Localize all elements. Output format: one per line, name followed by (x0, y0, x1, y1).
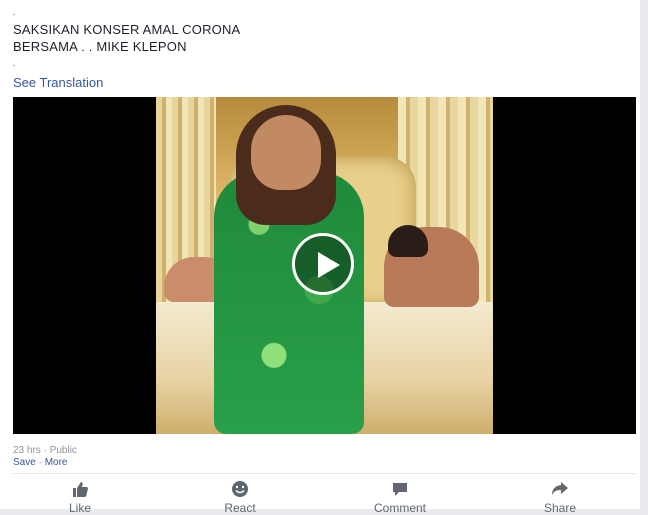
action-bar: Like React Comment Share (0, 474, 640, 515)
post-text: SAKSIKAN KONSER AMAL CORONA BERSAMA . . … (13, 21, 240, 55)
meta-separator: · (40, 445, 50, 456)
post-text-line2: BERSAMA . . MIKE KLEPON (13, 39, 187, 54)
like-label: Like (68, 501, 91, 515)
comment-button[interactable]: Comment (340, 474, 460, 515)
post-card: . SAKSIKAN KONSER AMAL CORONA BERSAMA . … (0, 0, 640, 515)
react-label: React (224, 501, 256, 515)
more-link[interactable]: More (45, 457, 68, 468)
post-meta: 23 hrs · Public (13, 445, 77, 457)
post-dot-top: . (13, 8, 16, 17)
post-meta-links: Save · More (13, 457, 67, 469)
thumbs-up-icon (73, 482, 88, 497)
save-link[interactable]: Save (13, 457, 36, 468)
share-icon (552, 482, 568, 495)
post-time[interactable]: 23 hrs (13, 445, 41, 456)
meta-separator: · (35, 457, 45, 468)
share-label: Share (543, 501, 577, 515)
person-right-hair (388, 225, 428, 257)
post-text-line1: SAKSIKAN KONSER AMAL CORONA (13, 22, 241, 37)
like-button[interactable]: Like (20, 474, 140, 515)
share-button[interactable]: Share (500, 474, 620, 515)
video-player[interactable] (13, 97, 636, 434)
see-translation-link[interactable]: See Translation (13, 75, 103, 90)
play-icon[interactable] (292, 233, 354, 295)
smiley-icon (232, 481, 248, 497)
privacy-label[interactable]: Public (50, 445, 77, 456)
post-dot-bottom: . (13, 59, 16, 68)
singer-face (251, 115, 321, 190)
comment-label: Comment (373, 501, 426, 515)
react-button[interactable]: React (180, 474, 300, 515)
comment-icon (393, 483, 407, 496)
